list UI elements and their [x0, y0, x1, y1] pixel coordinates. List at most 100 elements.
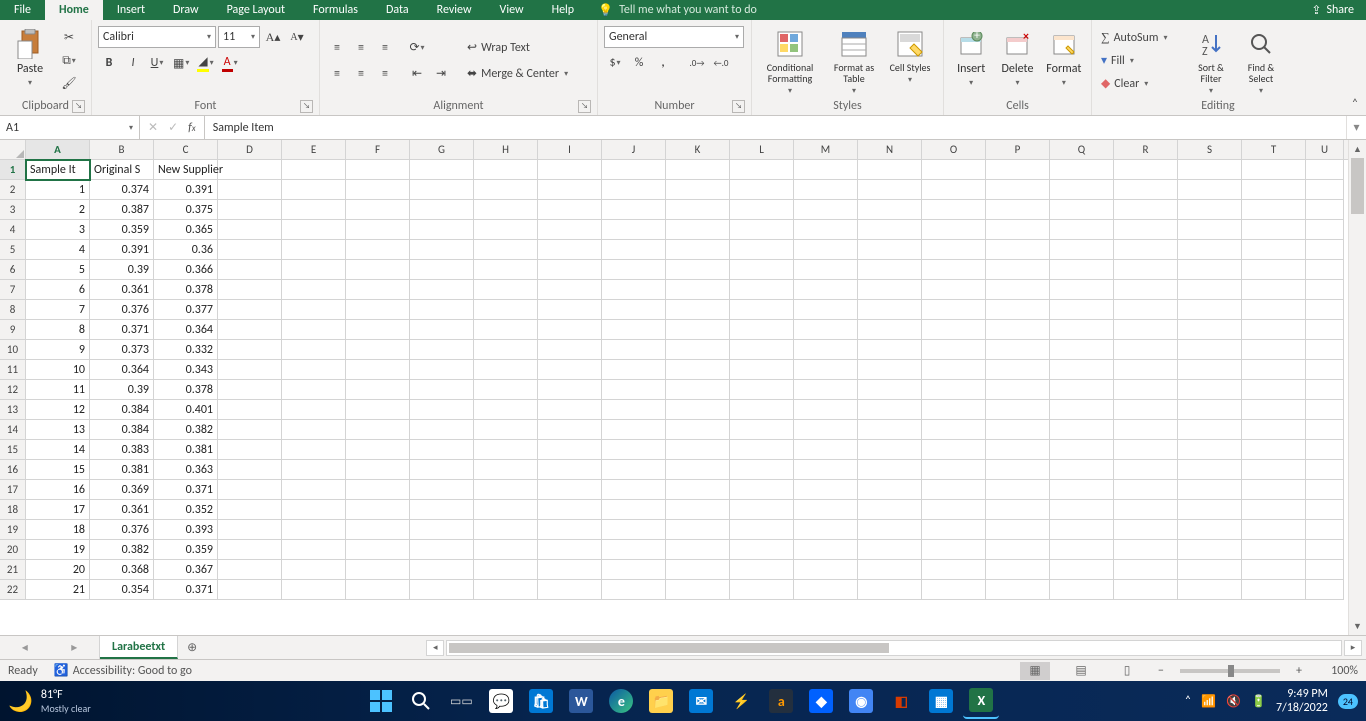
cell-R2[interactable] — [1114, 180, 1178, 200]
cell-U2[interactable] — [1306, 180, 1344, 200]
cell-T5[interactable] — [1242, 240, 1306, 260]
cell-B1[interactable]: Original S — [90, 160, 154, 180]
row-header-9[interactable]: 9 — [0, 320, 26, 340]
cell-P18[interactable] — [986, 500, 1050, 520]
cell-I11[interactable] — [538, 360, 602, 380]
cell-R18[interactable] — [1114, 500, 1178, 520]
vertical-scroll-thumb[interactable] — [1351, 158, 1364, 214]
cell-G2[interactable] — [410, 180, 474, 200]
cell-U11[interactable] — [1306, 360, 1344, 380]
fill-button[interactable]: ▾Fill▾ — [1098, 50, 1184, 72]
cell-D4[interactable] — [218, 220, 282, 240]
cell-J22[interactable] — [602, 580, 666, 600]
cell-O6[interactable] — [922, 260, 986, 280]
cell-H12[interactable] — [474, 380, 538, 400]
cell-J1[interactable] — [602, 160, 666, 180]
taskbar-app-3[interactable]: ◉ — [843, 683, 879, 719]
cell-G1[interactable] — [410, 160, 474, 180]
cell-N17[interactable] — [858, 480, 922, 500]
weather-widget[interactable]: 🌙 81°F Mostly clear — [8, 688, 178, 715]
cell-Q21[interactable] — [1050, 560, 1114, 580]
cell-E9[interactable] — [282, 320, 346, 340]
row-header-4[interactable]: 4 — [0, 220, 26, 240]
collapse-ribbon-button[interactable]: ˄ — [1344, 20, 1366, 115]
cell-C3[interactable]: 0.375 — [154, 200, 218, 220]
cell-N21[interactable] — [858, 560, 922, 580]
column-header-F[interactable]: F — [346, 140, 410, 160]
cell-E8[interactable] — [282, 300, 346, 320]
cell-I3[interactable] — [538, 200, 602, 220]
comma-button[interactable]: , — [652, 52, 674, 74]
align-center-button[interactable]: ≡ — [350, 63, 372, 85]
cell-P22[interactable] — [986, 580, 1050, 600]
cell-G15[interactable] — [410, 440, 474, 460]
cell-G7[interactable] — [410, 280, 474, 300]
horizontal-scroll-thumb[interactable] — [449, 643, 889, 653]
cell-C6[interactable]: 0.366 — [154, 260, 218, 280]
cell-A20[interactable]: 19 — [26, 540, 90, 560]
cell-F5[interactable] — [346, 240, 410, 260]
cell-R4[interactable] — [1114, 220, 1178, 240]
cell-O22[interactable] — [922, 580, 986, 600]
cell-N18[interactable] — [858, 500, 922, 520]
cell-I16[interactable] — [538, 460, 602, 480]
cell-M1[interactable] — [794, 160, 858, 180]
cell-T17[interactable] — [1242, 480, 1306, 500]
row-header-5[interactable]: 5 — [0, 240, 26, 260]
tab-view[interactable]: View — [486, 0, 538, 20]
cell-O10[interactable] — [922, 340, 986, 360]
cell-D18[interactable] — [218, 500, 282, 520]
cell-M20[interactable] — [794, 540, 858, 560]
cell-J2[interactable] — [602, 180, 666, 200]
cell-G8[interactable] — [410, 300, 474, 320]
cell-Q6[interactable] — [1050, 260, 1114, 280]
cell-M13[interactable] — [794, 400, 858, 420]
cell-A11[interactable]: 10 — [26, 360, 90, 380]
column-header-T[interactable]: T — [1242, 140, 1306, 160]
delete-cells-button[interactable]: × Delete▾ — [996, 26, 1038, 96]
cell-E15[interactable] — [282, 440, 346, 460]
cell-A16[interactable]: 15 — [26, 460, 90, 480]
taskbar-app-excel[interactable]: X — [963, 683, 999, 719]
battery-icon[interactable]: 🔋 — [1251, 694, 1266, 709]
cell-B16[interactable]: 0.381 — [90, 460, 154, 480]
cell-K8[interactable] — [666, 300, 730, 320]
cell-N5[interactable] — [858, 240, 922, 260]
cell-H13[interactable] — [474, 400, 538, 420]
tab-insert[interactable]: Insert — [103, 0, 159, 20]
cell-D20[interactable] — [218, 540, 282, 560]
cell-B12[interactable]: 0.39 — [90, 380, 154, 400]
expand-formula-bar[interactable]: ▾ — [1346, 116, 1366, 139]
scroll-right-button[interactable]: ▸ — [1344, 640, 1362, 656]
cell-B20[interactable]: 0.382 — [90, 540, 154, 560]
cell-J12[interactable] — [602, 380, 666, 400]
cell-F7[interactable] — [346, 280, 410, 300]
cell-C2[interactable]: 0.391 — [154, 180, 218, 200]
cell-J5[interactable] — [602, 240, 666, 260]
select-all-corner[interactable] — [0, 140, 26, 159]
taskbar-app-explorer[interactable]: 📁 — [643, 683, 679, 719]
cell-R1[interactable] — [1114, 160, 1178, 180]
cell-E12[interactable] — [282, 380, 346, 400]
tab-file[interactable]: File — [0, 0, 45, 20]
cell-Q12[interactable] — [1050, 380, 1114, 400]
cell-B14[interactable]: 0.384 — [90, 420, 154, 440]
cell-A9[interactable]: 8 — [26, 320, 90, 340]
row-header-1[interactable]: 1 — [0, 160, 26, 180]
column-header-J[interactable]: J — [602, 140, 666, 160]
cell-U5[interactable] — [1306, 240, 1344, 260]
align-bottom-button[interactable]: ≡ — [374, 37, 396, 59]
cell-N2[interactable] — [858, 180, 922, 200]
cell-O21[interactable] — [922, 560, 986, 580]
cell-K4[interactable] — [666, 220, 730, 240]
cell-P12[interactable] — [986, 380, 1050, 400]
cell-A18[interactable]: 17 — [26, 500, 90, 520]
cell-A5[interactable]: 4 — [26, 240, 90, 260]
cell-U3[interactable] — [1306, 200, 1344, 220]
cell-I20[interactable] — [538, 540, 602, 560]
cell-M10[interactable] — [794, 340, 858, 360]
search-taskbar-button[interactable] — [403, 683, 439, 719]
cell-F3[interactable] — [346, 200, 410, 220]
cell-G3[interactable] — [410, 200, 474, 220]
cell-K13[interactable] — [666, 400, 730, 420]
